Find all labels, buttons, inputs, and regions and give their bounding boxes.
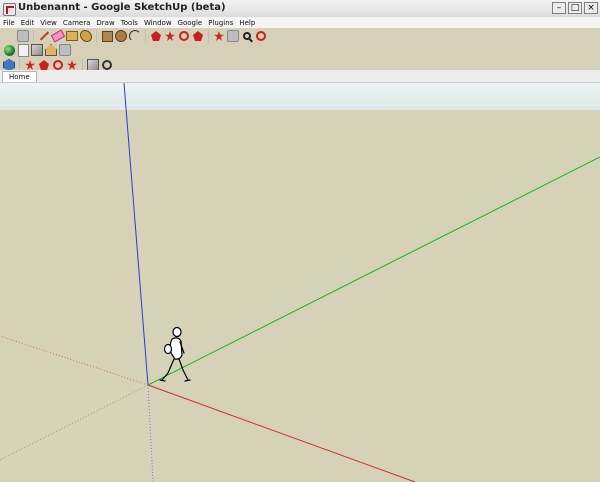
menu-plugins[interactable]: Plugins: [205, 19, 236, 27]
blue-axis: [123, 83, 149, 386]
arc-icon[interactable]: [129, 30, 141, 42]
select-arrow-icon[interactable]: [3, 30, 15, 42]
3d-viewport[interactable]: [0, 83, 600, 482]
zoom-magnifier-icon[interactable]: [241, 30, 253, 42]
house-icon[interactable]: [45, 44, 57, 56]
scene-canvas: [0, 83, 600, 482]
gray-tool-icon[interactable]: [59, 44, 71, 56]
menu-view[interactable]: View: [37, 19, 60, 27]
tape-measure-icon[interactable]: [66, 30, 78, 42]
cube-icon[interactable]: [31, 44, 43, 56]
menu-window[interactable]: Window: [141, 19, 175, 27]
title-bar: Unbenannt - Google SketchUp (beta) – □ ×: [0, 0, 600, 18]
pan-hand-icon[interactable]: [227, 30, 239, 42]
window-title: Unbenannt - Google SketchUp (beta): [18, 2, 226, 13]
toolbar-separator: [208, 29, 209, 43]
toolbar-separator: [33, 29, 34, 43]
green-axis-negative: [0, 384, 149, 461]
paint-bucket-icon[interactable]: [80, 30, 92, 42]
menu-file[interactable]: File: [0, 19, 18, 27]
follow-me-icon[interactable]: [192, 30, 204, 42]
person-figure[interactable]: [159, 326, 191, 382]
rotate-icon[interactable]: [178, 30, 190, 42]
toolbar-separator: [96, 29, 97, 43]
blue-axis-negative: [147, 384, 154, 482]
orbit-icon[interactable]: [213, 30, 225, 42]
globe-icon[interactable]: [3, 44, 15, 56]
menu-draw[interactable]: Draw: [93, 19, 117, 27]
circle-icon[interactable]: [115, 30, 127, 42]
menu-tools[interactable]: Tools: [118, 19, 141, 27]
menu-help[interactable]: Help: [236, 19, 258, 27]
minimize-button[interactable]: –: [552, 2, 566, 14]
menu-edit[interactable]: Edit: [18, 19, 38, 27]
maximize-button[interactable]: □: [568, 2, 582, 14]
sketchup-app-icon: [3, 3, 16, 16]
scene-tab-strip: Home: [0, 70, 600, 83]
toolbar-separator: [145, 29, 146, 43]
tab-home[interactable]: Home: [2, 71, 37, 82]
red-axis: [147, 384, 416, 482]
rectangle-icon[interactable]: [101, 30, 113, 42]
red-axis-negative: [0, 335, 149, 386]
document-icon[interactable]: [17, 43, 29, 57]
close-button[interactable]: ×: [584, 2, 598, 14]
sketchup-window: Unbenannt - Google SketchUp (beta) – □ ×…: [0, 0, 600, 482]
eraser-icon[interactable]: [50, 29, 66, 43]
push-pull-icon[interactable]: [150, 30, 162, 42]
google-toolbar: [2, 42, 72, 58]
green-axis: [147, 156, 600, 386]
menu-camera[interactable]: Camera: [60, 19, 93, 27]
zoom-extents-icon[interactable]: [255, 30, 267, 42]
move-icon[interactable]: [164, 30, 176, 42]
menu-google[interactable]: Google: [175, 19, 206, 27]
pencil-icon[interactable]: [38, 30, 50, 42]
component-icon[interactable]: [17, 30, 29, 42]
